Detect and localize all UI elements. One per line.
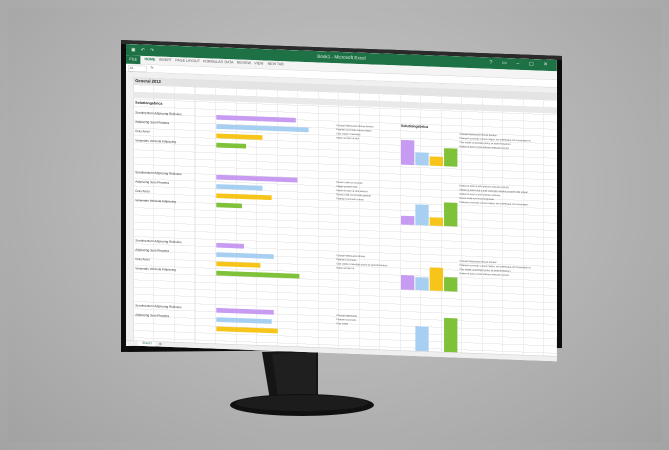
chart-bar: [429, 267, 444, 292]
row-label[interactable]: Cras Amet: [135, 190, 149, 194]
data-bar: [216, 242, 244, 249]
screen: ▣ ↶ ↷ Book1 - Microsoft Excel ? ▭ – ▢ ✕ …: [126, 44, 557, 362]
add-sheet-icon[interactable]: ⊕: [159, 342, 162, 346]
tab-formulas[interactable]: FORMULAS: [203, 60, 223, 64]
chart-bar: [415, 277, 429, 291]
sheet-title[interactable]: General 2013: [135, 78, 161, 84]
chart-bar: [444, 202, 458, 227]
data-bar: [216, 202, 242, 209]
tab-home[interactable]: HOME: [144, 58, 155, 62]
window-controls[interactable]: ? ▭ – ▢ ✕: [489, 60, 551, 68]
chart-bar: [415, 204, 429, 226]
chart-bar-partial: [444, 317, 458, 353]
tab-data[interactable]: DATA: [224, 61, 233, 65]
chart-bar: [444, 148, 458, 167]
monitor-stand-base-highlight: [236, 395, 368, 411]
chart-bar-partial: [415, 326, 429, 352]
tab-new-tab[interactable]: NEW TAB: [268, 62, 284, 66]
chart-bar: [400, 215, 415, 225]
tab-file[interactable]: FILE: [126, 55, 141, 65]
tab-view[interactable]: VIEW: [254, 62, 263, 66]
chart-bar: [444, 277, 458, 292]
chart-bar: [400, 139, 415, 166]
tab-insert[interactable]: INSERT: [159, 58, 172, 62]
row-label[interactable]: Cras Amet: [135, 130, 149, 134]
row-label[interactable]: Cras Amet: [135, 258, 149, 262]
chart-bar: [415, 152, 429, 166]
tab-page-layout[interactable]: PAGE LAYOUT: [175, 59, 200, 64]
chart-bar: [429, 156, 444, 167]
excel-window: ▣ ↶ ↷ Book1 - Microsoft Excel ? ▭ – ▢ ✕ …: [126, 44, 557, 362]
chart-bar: [400, 275, 415, 290]
fx-icon[interactable]: fx: [151, 66, 154, 70]
chart-bar: [429, 217, 444, 227]
tab-review[interactable]: REVIEW: [237, 61, 251, 65]
note-text: Cras mattis: [336, 322, 349, 326]
monitor-stand-neck-face: [272, 352, 316, 398]
